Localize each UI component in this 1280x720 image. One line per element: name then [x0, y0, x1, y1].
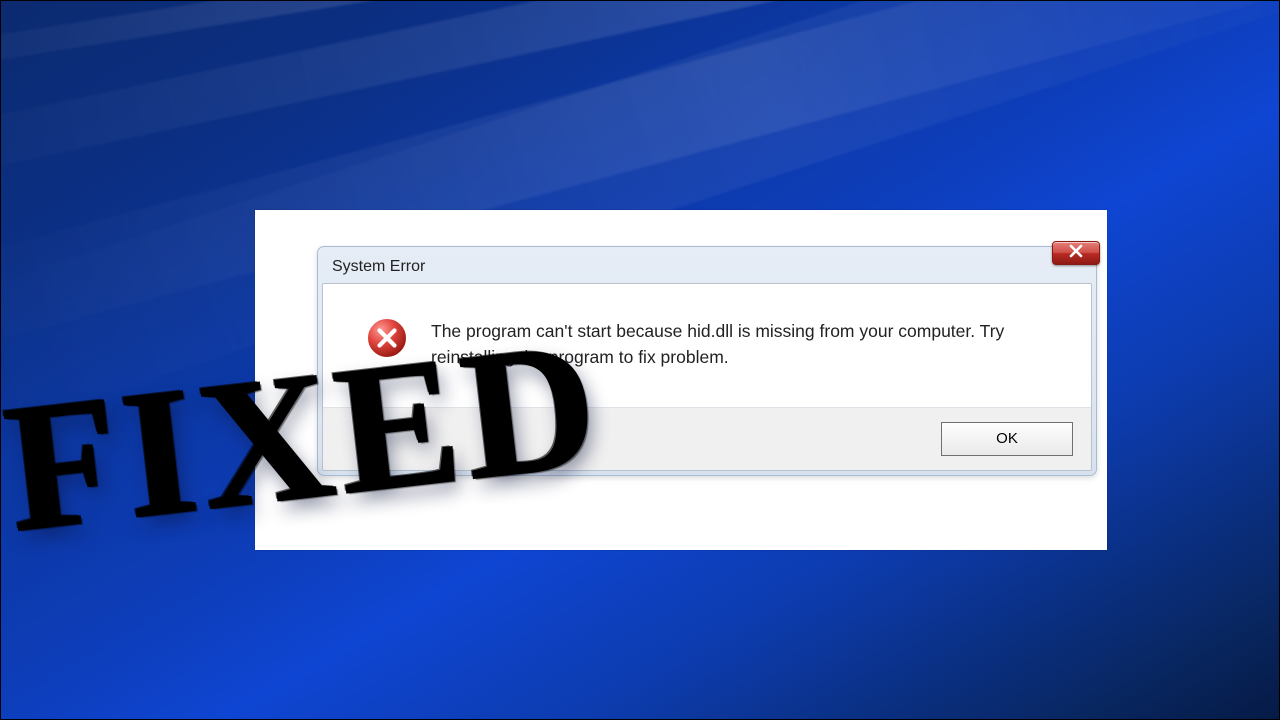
ok-button[interactable]: OK [941, 422, 1073, 456]
close-button[interactable] [1052, 241, 1100, 265]
dialog-body: The program can't start because hid.dll … [322, 283, 1092, 471]
error-message: The program can't start because hid.dll … [431, 318, 1061, 371]
error-icon [365, 316, 409, 360]
close-icon [1069, 244, 1083, 263]
dialog-title: System Error [332, 258, 1090, 276]
button-row: OK [323, 407, 1091, 470]
system-error-dialog: System Error [317, 246, 1097, 476]
dialog-titlebar[interactable]: System Error [322, 251, 1092, 283]
message-area: The program can't start because hid.dll … [323, 284, 1091, 407]
